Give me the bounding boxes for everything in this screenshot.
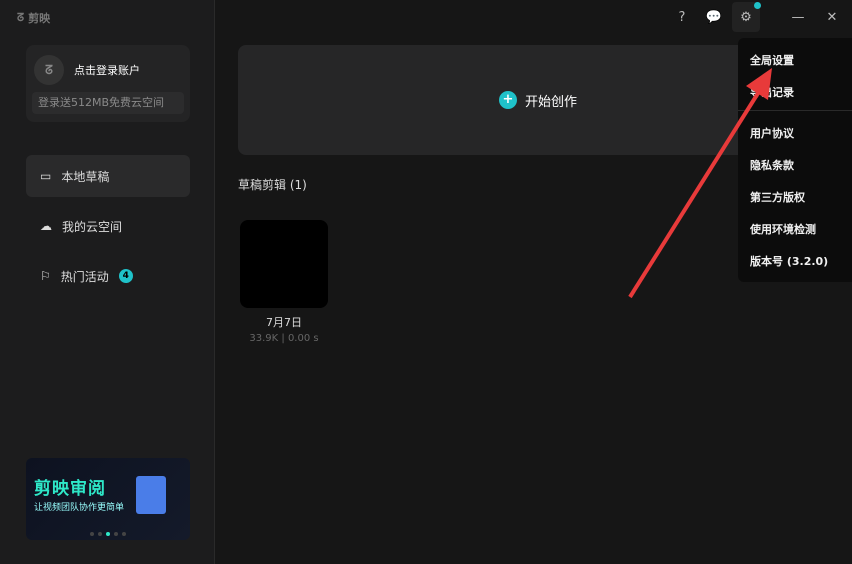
flag-icon: ⚐ <box>40 269 51 283</box>
help-icon[interactable]: ? <box>672 8 692 28</box>
feedback-icon[interactable]: 💬 <box>704 8 724 28</box>
capcut-logo-icon: ᘔ <box>17 11 25 24</box>
login-link[interactable]: 点击登录账户 <box>74 62 140 78</box>
drafts-section-title: 草稿剪辑 (1) <box>238 178 307 192</box>
plus-icon: + <box>498 91 517 109</box>
sidebar-item-cloud-space[interactable]: ☁ 我的云空间 <box>26 205 190 247</box>
banner-subtitle: 让视频团队协作更简单 <box>34 503 125 513</box>
notification-dot <box>754 2 761 9</box>
menu-item-env-check[interactable]: 使用环境检测 <box>750 221 816 237</box>
draft-card[interactable]: 7月7日 33.9K | 0.00 s <box>240 220 328 344</box>
app-logo: ᘔ 剪映 <box>17 11 51 25</box>
draft-thumbnail[interactable] <box>240 220 328 308</box>
menu-item-export-history[interactable]: 导出记录 <box>750 84 794 100</box>
cloud-icon: ☁ <box>40 219 52 233</box>
document-illustration-icon <box>136 476 166 514</box>
menu-item-version[interactable]: 版本号 (3.2.0) <box>750 253 828 269</box>
promo-text[interactable]: 登录送512MB免费云空间 <box>32 92 184 114</box>
settings-menu: 全局设置 导出记录 用户协议 隐私条款 第三方版权 使用环境检测 版本号 (3.… <box>738 38 852 282</box>
carousel-dots[interactable] <box>90 532 126 536</box>
draft-name: 7月7日 <box>266 316 302 329</box>
banner-title: 剪映审阅 <box>34 479 106 499</box>
menu-divider <box>738 110 852 111</box>
sidebar-item-hot-events[interactable]: ⚐ 热门活动 4 <box>26 255 190 297</box>
menu-item-privacy[interactable]: 隐私条款 <box>750 157 794 173</box>
folder-icon: ▭ <box>40 169 52 183</box>
menu-item-global-settings[interactable]: 全局设置 <box>750 52 794 68</box>
minimize-icon[interactable]: — <box>788 8 808 28</box>
menu-item-third-party[interactable]: 第三方版权 <box>750 189 805 205</box>
avatar[interactable]: ᘔ <box>34 55 64 85</box>
sidebar-item-local-drafts[interactable]: ▭ 本地草稿 <box>26 155 190 197</box>
promo-banner[interactable]: 剪映审阅 让视频团队协作更简单 <box>26 458 190 540</box>
gear-icon[interactable]: ⚙ <box>736 8 756 28</box>
draft-meta: 33.9K | 0.00 s <box>249 333 319 344</box>
account-card[interactable]: ᘔ 点击登录账户 登录送512MB免费云空间 <box>26 45 190 122</box>
events-badge: 4 <box>118 269 133 283</box>
sidebar: ᘔ 剪映 ᘔ 点击登录账户 登录送512MB免费云空间 ▭ 本地草稿 ☁ 我的云空间 … <box>0 0 215 564</box>
close-icon[interactable]: ✕ <box>822 8 842 28</box>
menu-item-user-agreement[interactable]: 用户协议 <box>750 125 794 141</box>
